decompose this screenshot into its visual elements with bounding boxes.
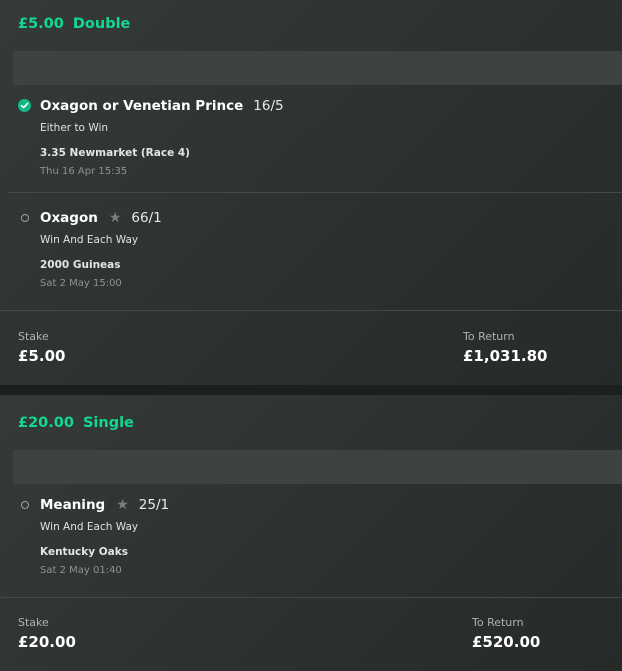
bet-card-double[interactable]: £5.00 Double Oxagon or Venetian Prince 16… [0,0,622,385]
selection-market: Win And Each Way [40,521,139,533]
selection-market: Either to Win [40,122,109,134]
divider [8,192,622,193]
selection-event: 3.35 Newmarket (Race 4) [40,147,190,159]
star-icon[interactable]: ★ [116,498,129,512]
star-icon[interactable]: ★ [109,211,122,225]
selection-name: Oxagon or Venetian Prince [40,98,244,114]
selection-name: Meaning [40,497,106,513]
selection-name: Oxagon [40,210,98,226]
bet-header: £5.00 Double [18,16,130,32]
selection-line: Oxagon or Venetian Prince 16/5 [40,98,284,114]
selection-time: Sat 2 May 15:00 [40,278,122,289]
selection-event: Kentucky Oaks [40,546,128,558]
bet-card-single[interactable]: £20.00 Single Meaning ★ 25/1 Win And Each… [0,395,622,671]
bet-history-page: £5.00 Double Oxagon or Venetian Prince 16… [0,0,622,671]
selection-time: Sat 2 May 01:40 [40,565,122,576]
selection-line: Meaning ★ 25/1 [40,497,169,513]
open-circle-icon [21,214,29,222]
to-return-value: £1,031.80 [463,347,548,365]
to-return-label: To Return [472,616,524,629]
bet-type: Single [82,415,134,431]
selection-market: Win And Each Way [40,234,139,246]
stake-value: £20.00 [18,633,76,651]
bet-status-bar [13,450,622,484]
bet-amount: £20.00 [18,415,74,431]
to-return-label: To Return [463,330,515,343]
stake-label: Stake [18,616,49,629]
stake-label: Stake [18,330,49,343]
selection-odds: 16/5 [253,98,284,114]
to-return-value: £520.00 [472,633,541,651]
selection-time: Thu 16 Apr 15:35 [40,166,128,177]
bet-amount: £5.00 [18,16,64,32]
divider [0,310,622,311]
stake-value: £5.00 [18,347,66,365]
check-circle-icon [18,99,31,112]
card-separator [0,385,622,395]
bet-status-bar [13,51,622,85]
selection-odds: 25/1 [138,497,170,513]
bet-type: Double [72,16,131,32]
selection-line: Oxagon ★ 66/1 [40,210,162,226]
open-circle-icon [21,501,29,509]
bet-header: £20.00 Single [18,415,134,431]
selection-odds: 66/1 [131,210,162,226]
selection-event: 2000 Guineas [40,259,121,271]
divider [0,597,622,598]
